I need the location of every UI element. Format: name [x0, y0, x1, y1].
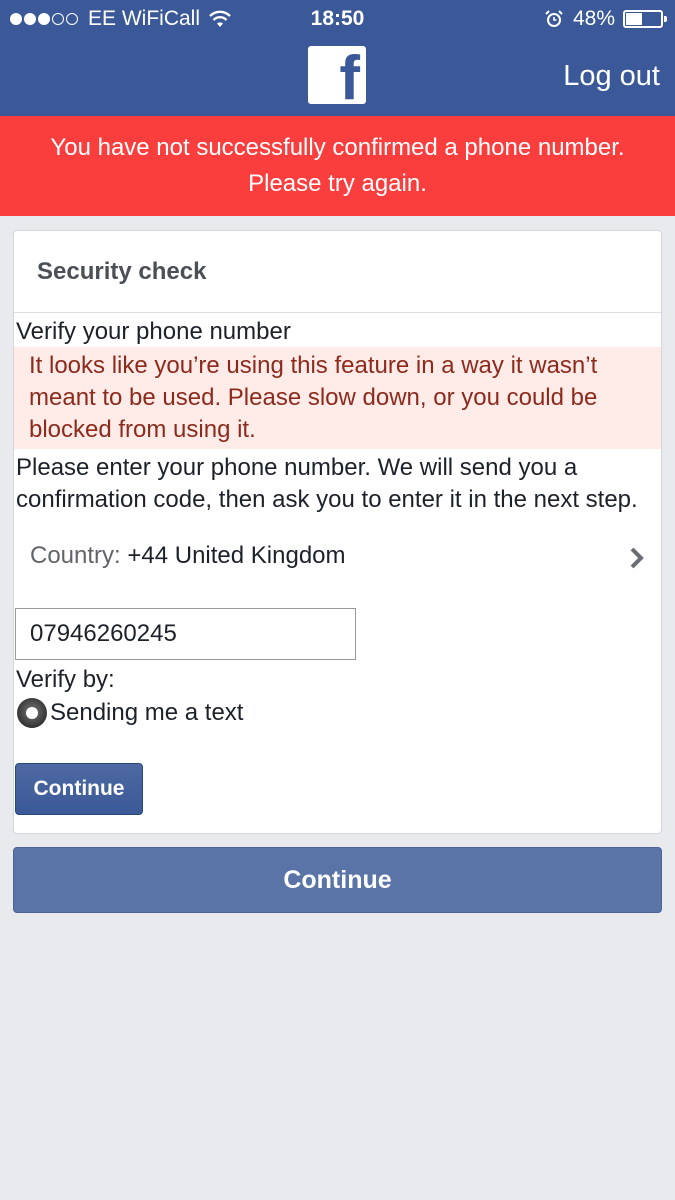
battery-icon	[623, 10, 667, 28]
error-banner: You have not successfully confirmed a ph…	[0, 116, 675, 216]
alarm-icon	[545, 10, 563, 27]
logout-button[interactable]: Log out	[563, 60, 660, 93]
country-value: +44 United Kingdom	[127, 542, 346, 569]
verify-by-label: Verify by:	[16, 666, 115, 693]
status-right: 48%	[545, 7, 667, 31]
phone-number-input[interactable]	[15, 608, 356, 660]
continue-button[interactable]: Continue	[13, 847, 662, 913]
country-selector[interactable]: Country: +44 United Kingdom	[14, 516, 661, 574]
continue-button-small[interactable]: Continue	[15, 763, 143, 815]
security-check-card: Security check Verify your phone number …	[13, 230, 662, 834]
error-line-1: You have not successfully confirmed a ph…	[50, 134, 625, 161]
radio-button[interactable]	[17, 698, 47, 728]
verify-option-label: Sending me a text	[50, 699, 244, 726]
battery-nub	[664, 16, 667, 22]
error-line-2: Please try again.	[248, 170, 427, 197]
card-title: Security check	[14, 231, 661, 313]
chevron-right-icon	[630, 547, 644, 569]
instructions-text: Please enter your phone number. We will …	[16, 454, 638, 513]
status-bar: EE WiFiCall 18:50 48%	[0, 0, 675, 38]
country-label: Country:	[30, 542, 121, 569]
verify-option-text[interactable]: Sending me a text	[14, 694, 661, 728]
battery-percent: 48%	[572, 7, 615, 30]
battery-fill	[626, 13, 642, 25]
facebook-logo: f	[308, 46, 366, 104]
verify-heading: Verify your phone number	[16, 318, 291, 345]
rate-limit-warning: It looks like you’re using this feature …	[14, 347, 661, 449]
facebook-f-icon: f	[339, 46, 360, 105]
top-bar: EE WiFiCall 18:50 48% f Log out	[0, 0, 675, 116]
